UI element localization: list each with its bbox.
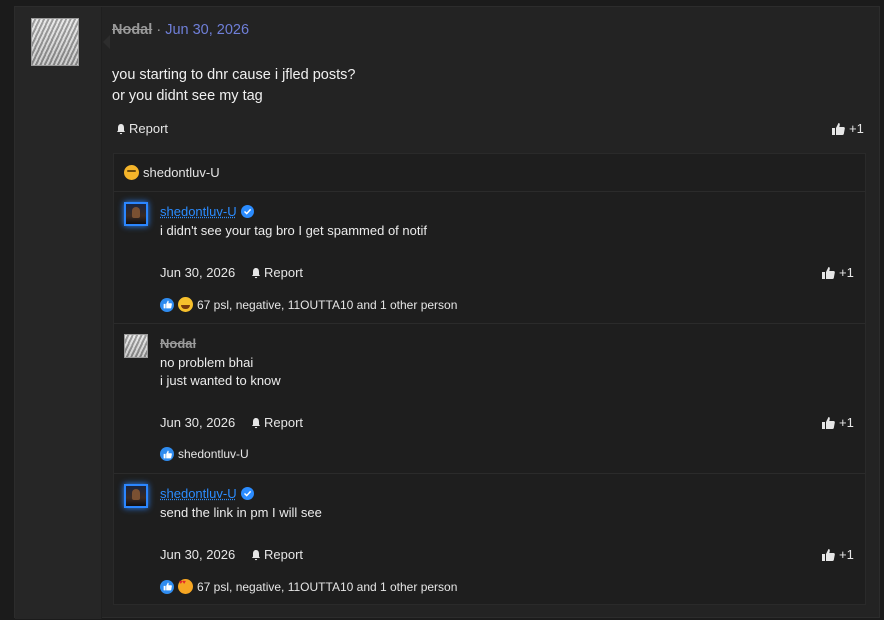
reactions-bar[interactable]: 67 psl, negative, 11OUTTA10 and 1 other …: [160, 297, 457, 312]
like-button[interactable]: +1: [831, 121, 864, 136]
avatar[interactable]: [31, 18, 79, 66]
reply-body: no problem bhai i just wanted to know: [160, 354, 281, 390]
post-body-line: you starting to dnr cause i jfled posts?: [112, 67, 356, 83]
separator: ·: [156, 22, 162, 38]
reply-author: shedontluv-U: [160, 204, 254, 219]
report-label: Report: [264, 415, 304, 430]
like-button[interactable]: +1: [821, 265, 854, 280]
reactions-text: 67 psl, negative, 11OUTTA10 and 1 other …: [197, 297, 458, 312]
thumbs-up-icon: [832, 122, 845, 135]
avatar[interactable]: [124, 334, 148, 358]
like-reaction-icon: [160, 579, 174, 594]
report-label: Report: [264, 547, 304, 562]
like-button[interactable]: +1: [821, 547, 854, 562]
reply-item: Nodal no problem bhai i just wanted to k…: [114, 324, 865, 474]
post-body-line: or you didnt see my tag: [112, 88, 263, 104]
like-button[interactable]: +1: [821, 415, 854, 430]
reply-body-line: send the link in pm I will see: [160, 505, 322, 520]
reply-body-line: i just wanted to know: [160, 373, 281, 388]
like-reaction-icon: [160, 297, 174, 312]
avatar[interactable]: [124, 202, 148, 226]
reply-body-line: i didn't see your tag bro I get spammed …: [160, 223, 427, 238]
heart-eyes-emoji-icon: [178, 579, 193, 594]
post-body: you starting to dnr cause i jfled posts?…: [112, 65, 355, 107]
report-button[interactable]: Report: [115, 121, 168, 136]
reply-body-line: no problem bhai: [160, 355, 254, 370]
thinking-emoji-icon: [124, 165, 139, 180]
thumbs-up-icon: [822, 416, 835, 429]
report-button[interactable]: Report: [250, 547, 303, 562]
message-pointer: [103, 35, 110, 49]
report-button[interactable]: Report: [250, 265, 303, 280]
avatar[interactable]: [124, 484, 148, 508]
verified-badge-icon: [240, 487, 254, 500]
report-button[interactable]: Report: [250, 415, 303, 430]
like-count: +1: [839, 415, 854, 430]
post-date[interactable]: Jun 30, 2026: [165, 22, 249, 38]
user-column: [15, 7, 102, 619]
replies-section: shedontluv-U shedontluv-U i didn't see y…: [113, 153, 866, 605]
replies-header-name[interactable]: shedontluv-U: [143, 165, 220, 180]
laughing-emoji-icon: [178, 297, 193, 312]
post-author-name[interactable]: Nodal: [112, 22, 152, 38]
verified-badge-icon: [240, 205, 254, 218]
reply-date[interactable]: Jun 30, 2026: [160, 415, 235, 430]
reply-item: shedontluv-U send the link in pm I will …: [114, 474, 865, 604]
reactions-text: shedontluv-U: [178, 447, 249, 461]
reply-body: i didn't see your tag bro I get spammed …: [160, 222, 427, 240]
reply-author: Nodal: [160, 336, 196, 351]
like-count: +1: [849, 121, 864, 136]
reply-author-name[interactable]: shedontluv-U: [160, 204, 237, 219]
like-count: +1: [839, 547, 854, 562]
like-reaction-icon: [160, 447, 174, 461]
reply-author-name[interactable]: Nodal: [160, 336, 196, 351]
thumbs-up-icon: [822, 266, 835, 279]
reply-item: shedontluv-U i didn't see your tag bro I…: [114, 192, 865, 324]
bell-icon: [252, 417, 260, 428]
reply-author: shedontluv-U: [160, 486, 254, 501]
replies-header: shedontluv-U: [114, 154, 865, 192]
reactions-bar[interactable]: shedontluv-U: [160, 447, 249, 461]
bell-icon: [252, 549, 260, 560]
reply-body: send the link in pm I will see: [160, 504, 322, 522]
bell-icon: [117, 123, 125, 134]
report-label: Report: [264, 265, 304, 280]
report-label: Report: [129, 121, 169, 136]
like-count: +1: [839, 265, 854, 280]
reply-date[interactable]: Jun 30, 2026: [160, 547, 235, 562]
bell-icon: [252, 267, 260, 278]
reactions-bar[interactable]: 67 psl, negative, 11OUTTA10 and 1 other …: [160, 579, 457, 594]
forum-post: Nodal · Jun 30, 2026 you starting to dnr…: [14, 6, 880, 619]
reactions-text: 67 psl, negative, 11OUTTA10 and 1 other …: [197, 579, 458, 594]
reply-author-name[interactable]: shedontluv-U: [160, 486, 237, 501]
post-author-line: Nodal · Jun 30, 2026: [112, 22, 249, 38]
reply-date[interactable]: Jun 30, 2026: [160, 265, 235, 280]
thumbs-up-icon: [822, 548, 835, 561]
